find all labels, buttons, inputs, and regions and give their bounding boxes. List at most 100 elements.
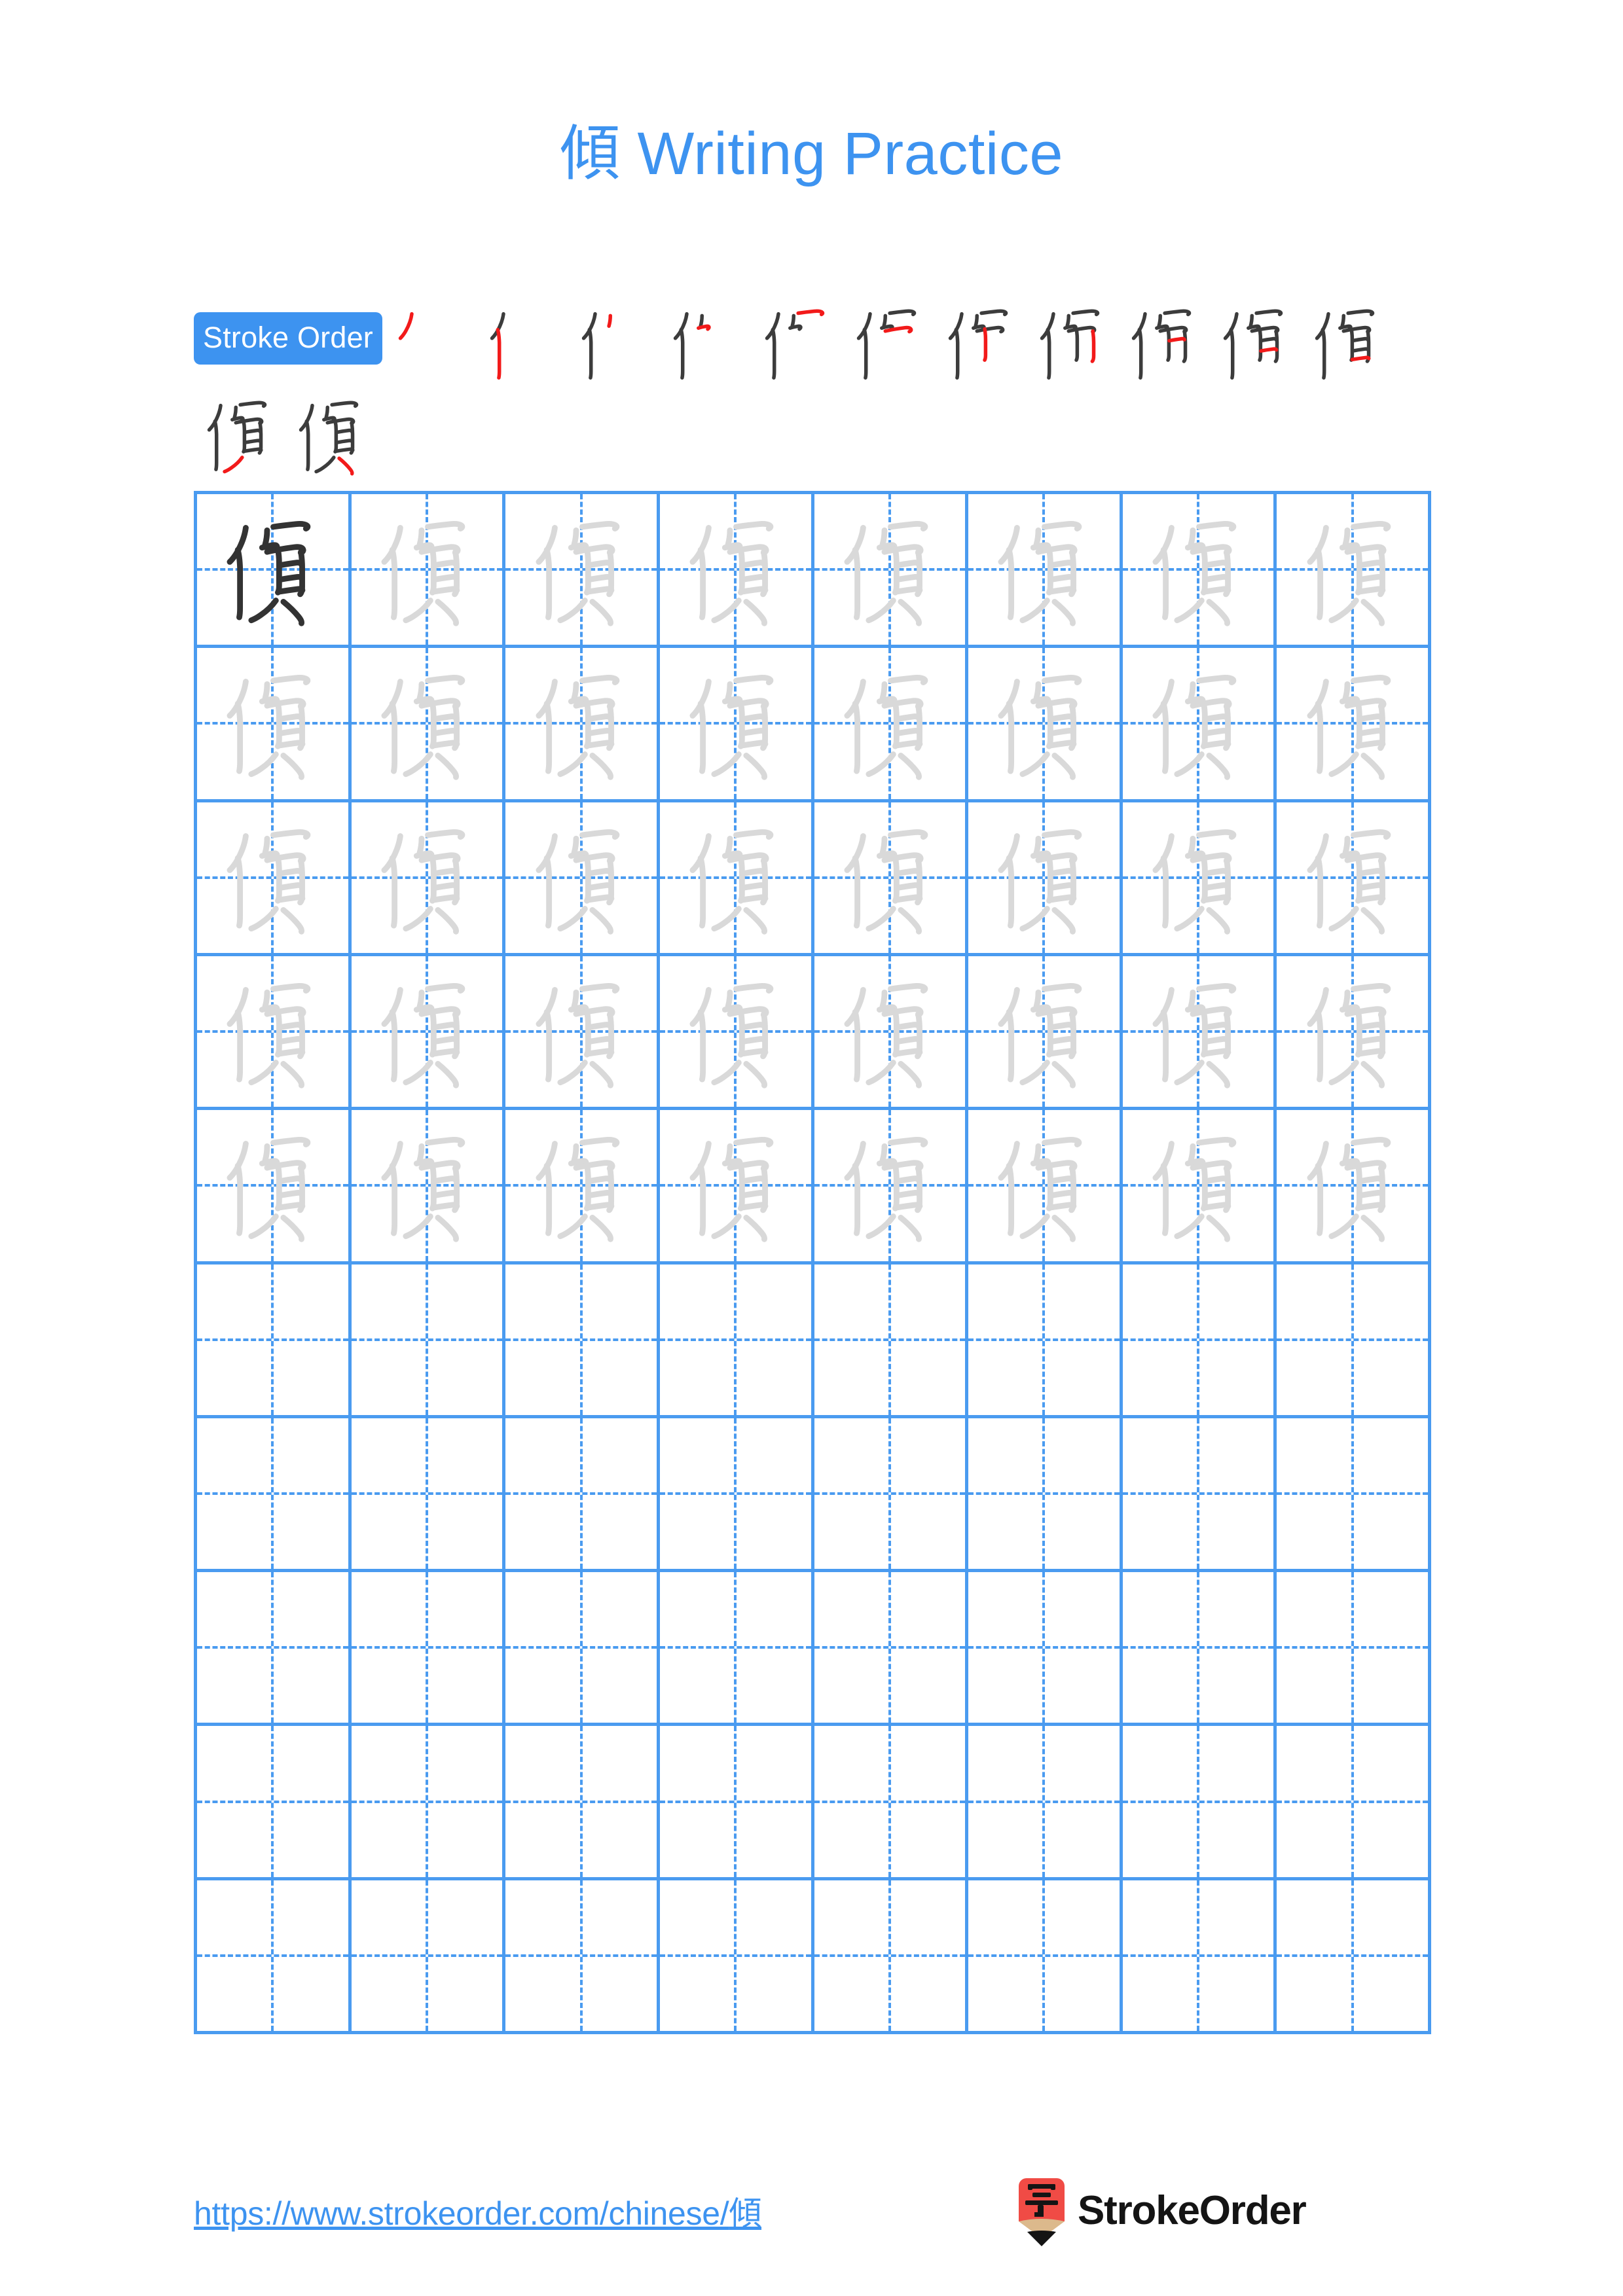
stroke-step-10 bbox=[1210, 298, 1302, 389]
trace-character bbox=[352, 1110, 503, 1261]
stroke-step-12 bbox=[194, 389, 285, 481]
trace-character bbox=[1123, 494, 1274, 645]
trace-character bbox=[1123, 648, 1274, 798]
grid-cell-blank bbox=[505, 1726, 660, 1880]
pencil-logo-icon bbox=[1019, 2178, 1065, 2246]
stroke-order-badge: Stroke Order bbox=[194, 312, 382, 365]
trace-character bbox=[660, 494, 811, 645]
grid-cell-trace bbox=[659, 494, 814, 649]
trace-character bbox=[505, 956, 657, 1107]
stroke-step-4 bbox=[660, 298, 752, 389]
trace-character bbox=[1277, 956, 1428, 1107]
grid-cell-trace bbox=[814, 956, 969, 1111]
stroke-step-6 bbox=[843, 298, 935, 389]
trace-character bbox=[352, 494, 503, 645]
grid-cell-trace bbox=[1122, 648, 1277, 802]
grid-cell-blank bbox=[1122, 1880, 1277, 2034]
source-url-link[interactable]: https://www.strokeorder.com/chinese/傾 bbox=[194, 2187, 761, 2234]
trace-character bbox=[505, 494, 657, 645]
grid-cell-blank bbox=[1277, 1264, 1431, 1418]
brand-logo[interactable]: StrokeOrder bbox=[1016, 2178, 1307, 2246]
grid-cell-blank bbox=[968, 1572, 1123, 1727]
trace-character bbox=[1277, 802, 1428, 953]
grid-cell-trace bbox=[197, 956, 352, 1111]
trace-character bbox=[968, 494, 1120, 645]
stroke-step-2 bbox=[477, 298, 568, 389]
grid-cell-trace bbox=[814, 802, 969, 956]
grid-cell-trace bbox=[351, 494, 506, 649]
worksheet-page: 傾 Writing Practice Stroke Order https://… bbox=[0, 0, 1623, 2296]
trace-character bbox=[197, 956, 348, 1107]
grid-cell-trace bbox=[197, 802, 352, 956]
grid-cell-blank bbox=[197, 1726, 352, 1880]
practice-grid bbox=[194, 491, 1431, 2034]
grid-cell-blank bbox=[351, 1726, 506, 1880]
trace-character bbox=[814, 648, 966, 798]
grid-cell-blank bbox=[505, 1572, 660, 1727]
trace-character bbox=[197, 648, 348, 798]
trace-character bbox=[352, 802, 503, 953]
grid-cell-trace bbox=[197, 1110, 352, 1265]
trace-character bbox=[505, 802, 657, 953]
trace-character bbox=[968, 802, 1120, 953]
grid-cell-trace bbox=[968, 1110, 1123, 1265]
grid-cell-trace bbox=[659, 1110, 814, 1265]
trace-character bbox=[1277, 494, 1428, 645]
grid-cell-trace bbox=[659, 956, 814, 1111]
stroke-step-11 bbox=[1302, 298, 1393, 389]
grid-cell-trace bbox=[351, 956, 506, 1111]
stroke-step-9 bbox=[1118, 298, 1210, 389]
grid-cell-trace bbox=[1277, 956, 1431, 1111]
trace-character bbox=[660, 648, 811, 798]
grid-cell-trace bbox=[505, 802, 660, 956]
trace-character bbox=[814, 956, 966, 1107]
grid-cell-trace bbox=[968, 956, 1123, 1111]
grid-cell-blank bbox=[505, 1264, 660, 1418]
trace-character bbox=[814, 494, 966, 645]
grid-cell-blank bbox=[1277, 1880, 1431, 2034]
page-footer: https://www.strokeorder.com/chinese/傾 St… bbox=[0, 2178, 1623, 2258]
grid-cell-trace bbox=[968, 494, 1123, 649]
grid-cell-blank bbox=[968, 1726, 1123, 1880]
grid-cell-trace bbox=[1122, 956, 1277, 1111]
trace-character bbox=[1123, 956, 1274, 1107]
page-title-text: Writing Practice bbox=[620, 120, 1064, 187]
grid-cell-trace bbox=[1277, 648, 1431, 802]
grid-cell-trace bbox=[1122, 802, 1277, 956]
stroke-step-13 bbox=[285, 389, 377, 481]
grid-cell-blank bbox=[968, 1418, 1123, 1573]
grid-cell-blank bbox=[659, 1880, 814, 2034]
trace-character bbox=[660, 956, 811, 1107]
brand-name: StrokeOrder bbox=[1078, 2188, 1307, 2233]
grid-cell-trace bbox=[505, 1110, 660, 1265]
grid-cell-trace bbox=[505, 648, 660, 802]
grid-cell-blank bbox=[659, 1264, 814, 1418]
stroke-step-7 bbox=[935, 298, 1027, 389]
stroke-step-5 bbox=[752, 298, 843, 389]
trace-character bbox=[968, 956, 1120, 1107]
trace-character bbox=[814, 1110, 966, 1261]
grid-cell-trace bbox=[351, 648, 506, 802]
trace-character bbox=[968, 648, 1120, 798]
page-title-character: 傾 bbox=[559, 118, 621, 188]
trace-character bbox=[660, 1110, 811, 1261]
grid-cell-blank bbox=[351, 1418, 506, 1573]
grid-cell-blank bbox=[814, 1726, 969, 1880]
grid-cell-blank bbox=[1122, 1572, 1277, 1727]
trace-character bbox=[1277, 648, 1428, 798]
trace-character bbox=[352, 648, 503, 798]
trace-character bbox=[505, 1110, 657, 1261]
grid-cell-trace bbox=[1277, 1110, 1431, 1265]
grid-cell-blank bbox=[814, 1418, 969, 1573]
grid-cell-trace bbox=[968, 802, 1123, 956]
trace-character bbox=[352, 956, 503, 1107]
trace-character bbox=[968, 1110, 1120, 1261]
grid-cell-trace bbox=[659, 648, 814, 802]
grid-cell-trace bbox=[351, 1110, 506, 1265]
stroke-order-section: Stroke Order bbox=[194, 298, 1438, 481]
trace-character bbox=[197, 802, 348, 953]
source-url-text: https://www.strokeorder.com/chinese/ bbox=[194, 2195, 729, 2232]
grid-cell-trace bbox=[814, 648, 969, 802]
grid-cell-trace bbox=[505, 956, 660, 1111]
trace-character bbox=[814, 802, 966, 953]
